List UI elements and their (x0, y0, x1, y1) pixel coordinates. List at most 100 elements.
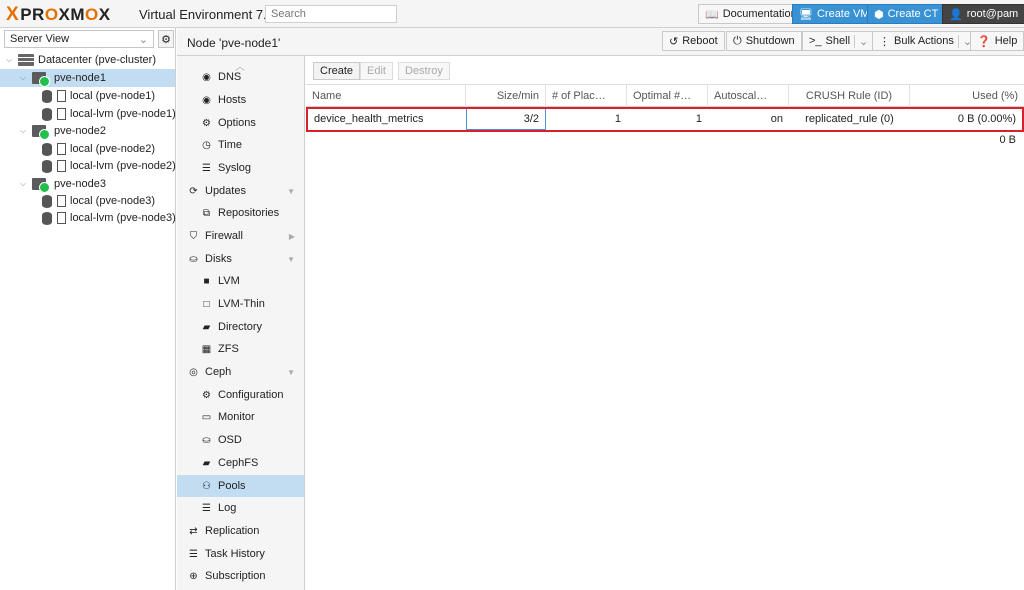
cell-optimal-pg: 1 (695, 113, 702, 125)
tree-item-storage[interactable]: local-lvm (pve-node3) (42, 209, 176, 227)
caret-down-icon[interactable]: ⌵ (4, 55, 14, 65)
database-icon (42, 142, 52, 156)
tree-item-storage[interactable]: local-lvm (pve-node2) (42, 157, 176, 175)
menu-item-syslog[interactable]: ☰ Syslog (177, 157, 304, 179)
reboot-button[interactable]: ↺ Reboot (662, 31, 725, 51)
logo-x: X (6, 4, 20, 25)
cell-name: device_health_metrics (314, 113, 424, 125)
menu-item-subscription[interactable]: ⊕ Subscription (177, 565, 304, 587)
file-icon (57, 143, 66, 155)
chevron-down-icon[interactable]: ⌄ (854, 34, 868, 48)
cell-pg-count: 1 (614, 113, 621, 125)
menu-item-options[interactable]: ⚙ Options (177, 112, 304, 134)
menu-item-firewall[interactable]: ⛉ Firewall ▶ (177, 225, 304, 247)
menu-item-lvm[interactable]: ■ LVM (177, 270, 304, 292)
chevron-down-icon: ⌄ (138, 33, 148, 46)
create-ct-button[interactable]: ⬢ Create CT (867, 4, 946, 24)
menu-item-repositories[interactable]: ⧉ Repositories (177, 202, 304, 224)
node-header: Node 'pve-node1' ↺ Reboot ⏻ Shutdown >_ … (177, 28, 1024, 56)
replication-icon: ⇄ (189, 525, 198, 537)
book-icon: 📖 (705, 8, 719, 21)
tree-item-pve-node1[interactable]: ⌵ pve-node1 (0, 69, 175, 87)
caret-right-icon[interactable]: ▶ (289, 232, 295, 241)
menu-item-monitor[interactable]: ▭ Monitor (177, 406, 304, 428)
folder-icon: ▰ (202, 457, 211, 469)
used-total: 0 B (999, 134, 1016, 146)
node-online-icon (32, 72, 50, 87)
column-header-autoscale[interactable]: Autoscal… (708, 85, 789, 107)
menu-item-configuration[interactable]: ⚙ Configuration (177, 384, 304, 406)
column-header-pg-count[interactable]: # of Plac… (546, 85, 627, 107)
shell-button[interactable]: >_ Shell ⌄ (802, 31, 876, 51)
node-online-icon (32, 125, 50, 140)
tree-item-pve-node2[interactable]: ⌵ pve-node2 (18, 122, 106, 140)
menu-item-time[interactable]: ◷ Time (177, 134, 304, 156)
create-vm-button[interactable]: 🖥 Create VM (792, 4, 877, 24)
tree-item-storage[interactable]: local (pve-node3) (42, 192, 155, 210)
hard-drive-icon: ⛀ (189, 253, 198, 265)
tree-item-storage[interactable]: local (pve-node1) (42, 87, 155, 105)
documentation-button[interactable]: 📖 Documentation (698, 4, 804, 24)
database-icon (42, 194, 52, 208)
view-selector[interactable]: Server View ⌄ (4, 30, 154, 48)
database-icon (42, 107, 52, 121)
power-icon: ⏻ (733, 34, 742, 47)
column-header-crush-rule[interactable]: CRUSH Rule (ID) (789, 85, 910, 107)
destroy-button[interactable]: Destroy (398, 62, 450, 80)
menu-item-directory[interactable]: ▰ Directory (177, 316, 304, 338)
menu-item-ceph[interactable]: ◎ Ceph ▼ (177, 361, 304, 383)
user-icon: 👤 (949, 8, 963, 21)
list-icon: ☰ (202, 162, 211, 174)
user-menu-button[interactable]: 👤 root@pam ⌄ (942, 4, 1024, 24)
page-title: Node 'pve-node1' (187, 36, 281, 50)
caret-down-icon[interactable]: ⌵ (18, 73, 28, 83)
caret-down-icon[interactable]: ▼ (287, 368, 295, 377)
node-menu: ︿ ◉ DNS ◉ Hosts ⚙ Options ◷ Time ☰ Syslog ⟳ Up… (177, 56, 305, 590)
menu-item-log[interactable]: ☰ Log (177, 497, 304, 519)
column-header-used[interactable]: Used (%) (910, 85, 1024, 107)
cube-icon: ⬢ (874, 8, 884, 21)
refresh-icon: ⟳ (189, 185, 198, 197)
table-row[interactable]: device_health_metrics 3/2 1 1 on replica… (306, 108, 1022, 130)
menu-item-lvm-thin[interactable]: □ LVM-Thin (177, 293, 304, 315)
caret-down-icon[interactable]: ▼ (287, 187, 295, 196)
menu-item-task-history[interactable]: ☰ Task History (177, 543, 304, 565)
top-bar: X PROXMOX Virtual Environment 7.4-3 📖 Do… (0, 0, 1024, 28)
database-icon (42, 211, 52, 225)
shutdown-button[interactable]: ⏻ Shutdown (726, 31, 802, 51)
help-button[interactable]: ❓ Help (970, 31, 1024, 51)
edit-button[interactable]: Edit (360, 62, 393, 80)
monitor-icon: ▭ (201, 411, 212, 423)
column-header-name[interactable]: Name (306, 85, 466, 107)
column-header-size-min[interactable]: Size/min (466, 85, 546, 107)
monitor-icon: 🖥 (799, 8, 813, 21)
caret-down-icon[interactable]: ⌵ (18, 126, 28, 136)
create-button[interactable]: Create (313, 62, 361, 80)
tree-item-storage[interactable]: local (pve-node2) (42, 140, 155, 158)
menu-item-disks[interactable]: ⛀ Disks ▼ (177, 248, 304, 270)
file-icon (57, 160, 66, 172)
menu-item-updates[interactable]: ⟳ Updates ▼ (177, 180, 304, 202)
menu-item-cephfs[interactable]: ▰ CephFS (177, 452, 304, 474)
menu-item-replication[interactable]: ⇄ Replication (177, 520, 304, 542)
column-header-optimal-pg[interactable]: Optimal #… (627, 85, 708, 107)
tree-item-datacenter[interactable]: ⌵ Datacenter (pve-cluster) (4, 51, 156, 69)
caret-down-icon[interactable]: ⌵ (18, 179, 28, 189)
caret-down-icon[interactable]: ▼ (287, 255, 295, 264)
cell-size-min[interactable]: 3/2 (466, 108, 546, 130)
menu-item-hosts[interactable]: ◉ Hosts (177, 89, 304, 111)
menu-item-pools[interactable]: ⚇ Pools (177, 475, 304, 497)
menu-item-osd[interactable]: ⛀ OSD (177, 429, 304, 451)
tree-item-pve-node3[interactable]: ⌵ pve-node3 (18, 175, 106, 193)
bulk-actions-button[interactable]: ⋮ Bulk Actions ⌄ (872, 31, 980, 51)
gear-icon: ⚙ (161, 33, 171, 46)
tree-settings-button[interactable]: ⚙ (158, 30, 174, 48)
menu-item-zfs[interactable]: ▦ ZFS (177, 338, 304, 360)
proxmox-logo[interactable]: X PROXMOX (6, 4, 111, 26)
support-icon: ⊕ (189, 570, 198, 582)
menu-item-dns[interactable]: ◉ DNS (177, 66, 304, 88)
hard-drive-icon: ⛀ (202, 434, 211, 446)
sitemap-icon: ⚇ (202, 480, 211, 492)
tree-item-storage[interactable]: local-lvm (pve-node1) (42, 105, 176, 123)
search-input[interactable] (265, 5, 397, 23)
